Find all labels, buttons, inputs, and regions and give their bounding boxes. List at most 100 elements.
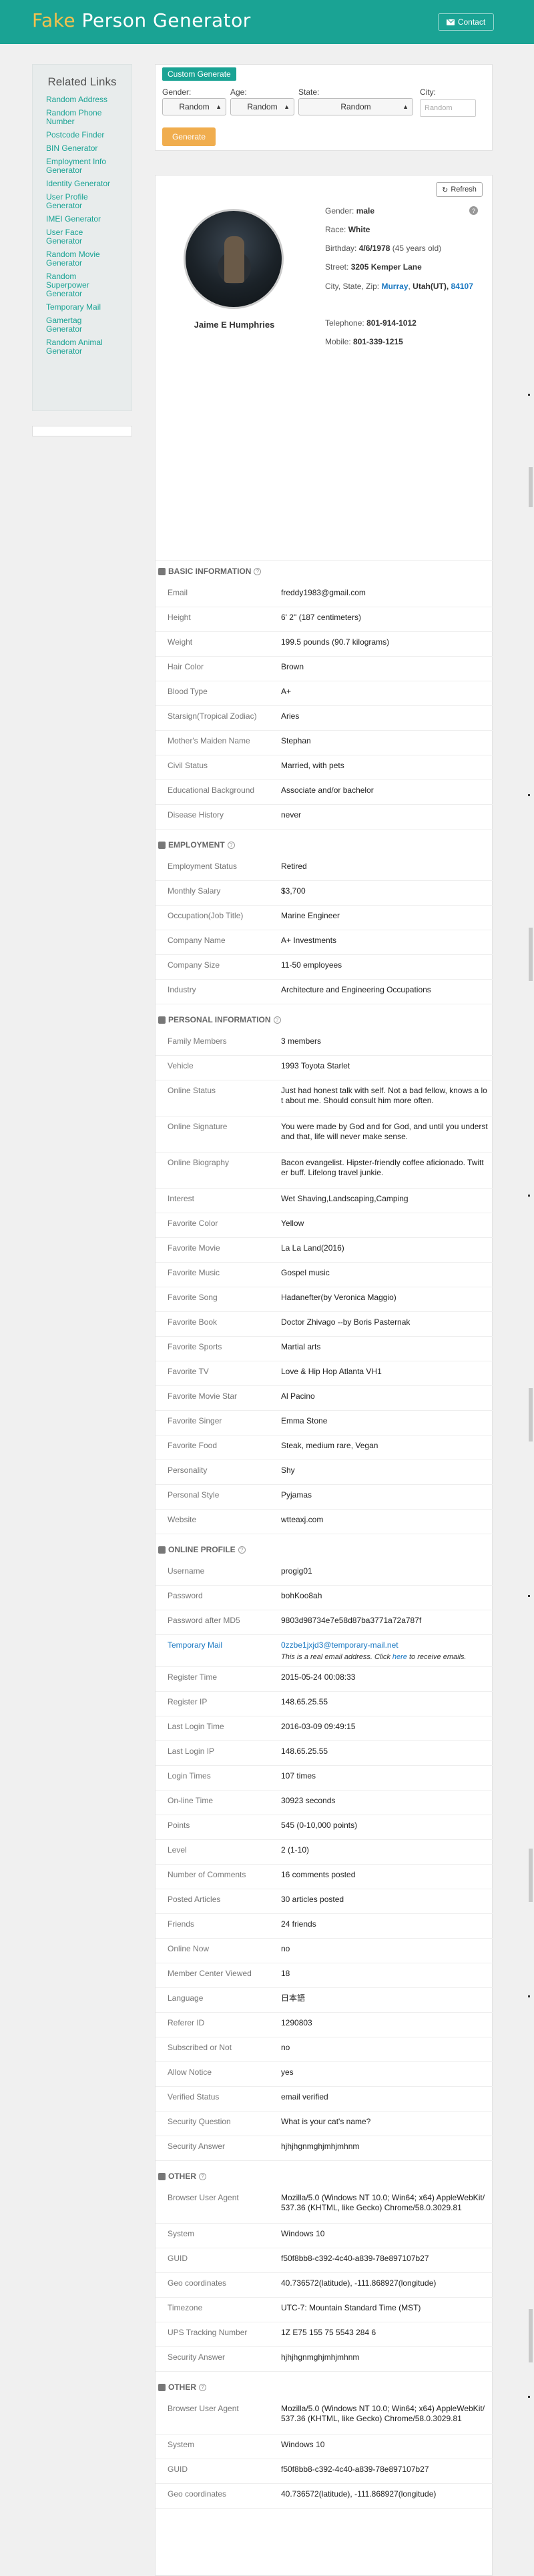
site-logo[interactable]: Fake Person Generator xyxy=(32,9,251,31)
section-icon xyxy=(158,567,166,575)
avatar xyxy=(184,209,284,309)
age-label: Age: xyxy=(230,87,247,97)
help-icon[interactable]: ? xyxy=(227,841,235,849)
table-row: Browser User Agent Mozilla/5.0 (Windows N… xyxy=(156,2398,493,2435)
row-label: Online Status xyxy=(168,1086,216,1095)
age-select[interactable]: Random ▲︎ xyxy=(230,98,294,115)
row-label: Register IP xyxy=(168,1697,208,1706)
row-label: Verified Status xyxy=(168,2092,220,2102)
help-icon[interactable]: ? xyxy=(199,2383,206,2391)
row-value: 148.65.25.55 xyxy=(281,1746,328,1756)
row-label: Friends xyxy=(168,1919,195,1929)
help-icon[interactable]: ? xyxy=(238,1546,246,1554)
mobile-info: Mobile: 801-339-1215 xyxy=(325,337,403,346)
table-row: Civil Status Married, with pets xyxy=(156,755,493,780)
sidebar-link-random-phone-number[interactable]: Random Phone Number xyxy=(46,109,119,126)
sidebar-link-random-movie-generator[interactable]: Random Movie Generator xyxy=(46,250,119,268)
gender-select[interactable]: Random ▲︎ xyxy=(162,98,226,115)
table-row: Posted Articles 30 articles posted xyxy=(156,1889,493,1914)
sidebar-link-identity-generator[interactable]: Identity Generator xyxy=(46,180,119,188)
row-label[interactable]: Temporary Mail xyxy=(168,1640,222,1650)
row-label: Personality xyxy=(168,1466,208,1475)
custom-generate-tag: Custom Generate xyxy=(162,67,236,81)
sidebar-link-random-address[interactable]: Random Address xyxy=(46,95,119,104)
table-row: On-line Time 30923 seconds xyxy=(156,1791,493,1815)
help-icon[interactable]: ? xyxy=(469,206,478,215)
sidebar-link-temporary-mail[interactable]: Temporary Mail xyxy=(46,303,119,312)
sidebar-link-random-superpower-generator[interactable]: Random Superpower Generator xyxy=(46,272,119,298)
scroll-tick xyxy=(528,2396,530,2398)
row-label: System xyxy=(168,2440,195,2449)
table-row: Security Answer hjhjhgnmghjmhjmhnm xyxy=(156,2347,493,2372)
sidebar-link-gamertag-generator[interactable]: Gamertag Generator xyxy=(46,316,119,334)
sidebar-link-imei-generator[interactable]: IMEI Generator xyxy=(46,215,119,224)
contact-button[interactable]: Contact xyxy=(438,13,494,31)
row-label: Favorite Movie Star xyxy=(168,1391,238,1401)
table-row: Family Members 3 members xyxy=(156,1031,493,1056)
city-label: City: xyxy=(420,87,436,97)
table-row: Username progig01 xyxy=(156,1561,493,1586)
person-name: Jaime E Humphries xyxy=(194,320,275,330)
section-title-text: Other xyxy=(168,2382,196,2392)
birthday-info: Birthday: 4/6/1978 (45 years old) xyxy=(325,244,442,253)
row-label: Security Answer xyxy=(168,2352,226,2362)
help-icon[interactable]: ? xyxy=(273,1016,281,1024)
row-label: Geo coordinates xyxy=(168,2278,227,2288)
row-value: freddy1983@gmail.com xyxy=(281,588,366,597)
section-icon xyxy=(158,2172,166,2180)
row-label: Mother's Maiden Name xyxy=(168,736,250,745)
profile-card: ↻ Refresh Jaime E Humphries ? Gender: mal… xyxy=(155,175,493,2576)
row-value: 107 times xyxy=(281,1771,316,1781)
related-links-title: Related Links xyxy=(47,75,117,88)
sidebar-link-user-face-generator[interactable]: User Face Generator xyxy=(46,228,119,246)
row-value: Married, with pets xyxy=(281,761,344,770)
row-label: Number of Comments xyxy=(168,1870,246,1879)
row-label: GUID xyxy=(168,2254,188,2263)
row-label: On-line Time xyxy=(168,1796,214,1805)
zip-link[interactable]: 84107 xyxy=(451,282,473,291)
table-row: Educational Background Associate and/or b… xyxy=(156,780,493,805)
city-link[interactable]: Murray xyxy=(381,282,408,291)
table-row: Subscribed or Not no xyxy=(156,2037,493,2062)
table-row: Favorite Color Yellow xyxy=(156,1213,493,1238)
table-row: Favorite Food Steak, medium rare, Vegan xyxy=(156,1435,493,1460)
row-value[interactable]: 0zzbe1jxjd3@temporary-mail.net This is a … xyxy=(281,1640,488,1662)
help-icon[interactable]: ? xyxy=(254,567,262,575)
section-icon xyxy=(158,2383,166,2391)
row-value: Bacon evangelist. Hipster-friendly coffe… xyxy=(281,1158,484,1177)
table-row: Number of Comments 16 comments posted xyxy=(156,1865,493,1889)
sidebar-link-employment-info-generator[interactable]: Employment Info Generator xyxy=(46,157,119,175)
row-label: Height xyxy=(168,613,191,622)
section-icon xyxy=(158,841,166,849)
state-label: State: xyxy=(298,87,320,97)
row-label: Password xyxy=(168,1591,203,1600)
row-label: Family Members xyxy=(168,1036,227,1046)
generate-button[interactable]: Generate xyxy=(162,127,216,146)
row-label: Employment Status xyxy=(168,862,238,871)
table-row: Password after MD5 9803d98734e7e58d87ba37… xyxy=(156,1610,493,1635)
row-value: f50f8bb8-c392-4c40-a839-78e897107b27 xyxy=(281,2465,429,2474)
row-label: Online Signature xyxy=(168,1122,228,1131)
sidebar-link-postcode-finder[interactable]: Postcode Finder xyxy=(46,131,119,139)
sidebar-link-random-animal-generator[interactable]: Random Animal Generator xyxy=(46,338,119,356)
receive-email-link[interactable]: here xyxy=(392,1653,407,1661)
sidebar-link-bin-generator[interactable]: BIN Generator xyxy=(46,144,119,153)
state-select[interactable]: Random ▲︎ xyxy=(298,98,413,115)
row-label: Online Now xyxy=(168,1944,210,1953)
row-label: Favorite Singer xyxy=(168,1416,222,1425)
row-label: GUID xyxy=(168,2465,188,2474)
contact-label: Contact xyxy=(457,17,486,27)
section-title-text: Other xyxy=(168,2172,196,2181)
help-icon[interactable]: ? xyxy=(199,2172,206,2180)
row-label: Member Center Viewed xyxy=(168,1969,252,1978)
row-value: progig01 xyxy=(281,1566,312,1576)
sidebar-link-user-profile-generator[interactable]: User Profile Generator xyxy=(46,193,119,210)
table-row: Online Biography Bacon evangelist. Hipste… xyxy=(156,1153,493,1189)
table-row: Online Status Just had honest talk with s… xyxy=(156,1080,493,1116)
table-row: Password bohKoo8ah xyxy=(156,1586,493,1610)
row-value: wtteaxj.com xyxy=(281,1515,324,1524)
row-value: hjhjhgnmghjmhjmhnm xyxy=(281,2352,360,2362)
city-input[interactable]: Random xyxy=(420,99,476,117)
table-row: Online Signature You were made by God and… xyxy=(156,1116,493,1153)
refresh-button[interactable]: ↻ Refresh xyxy=(436,182,483,197)
